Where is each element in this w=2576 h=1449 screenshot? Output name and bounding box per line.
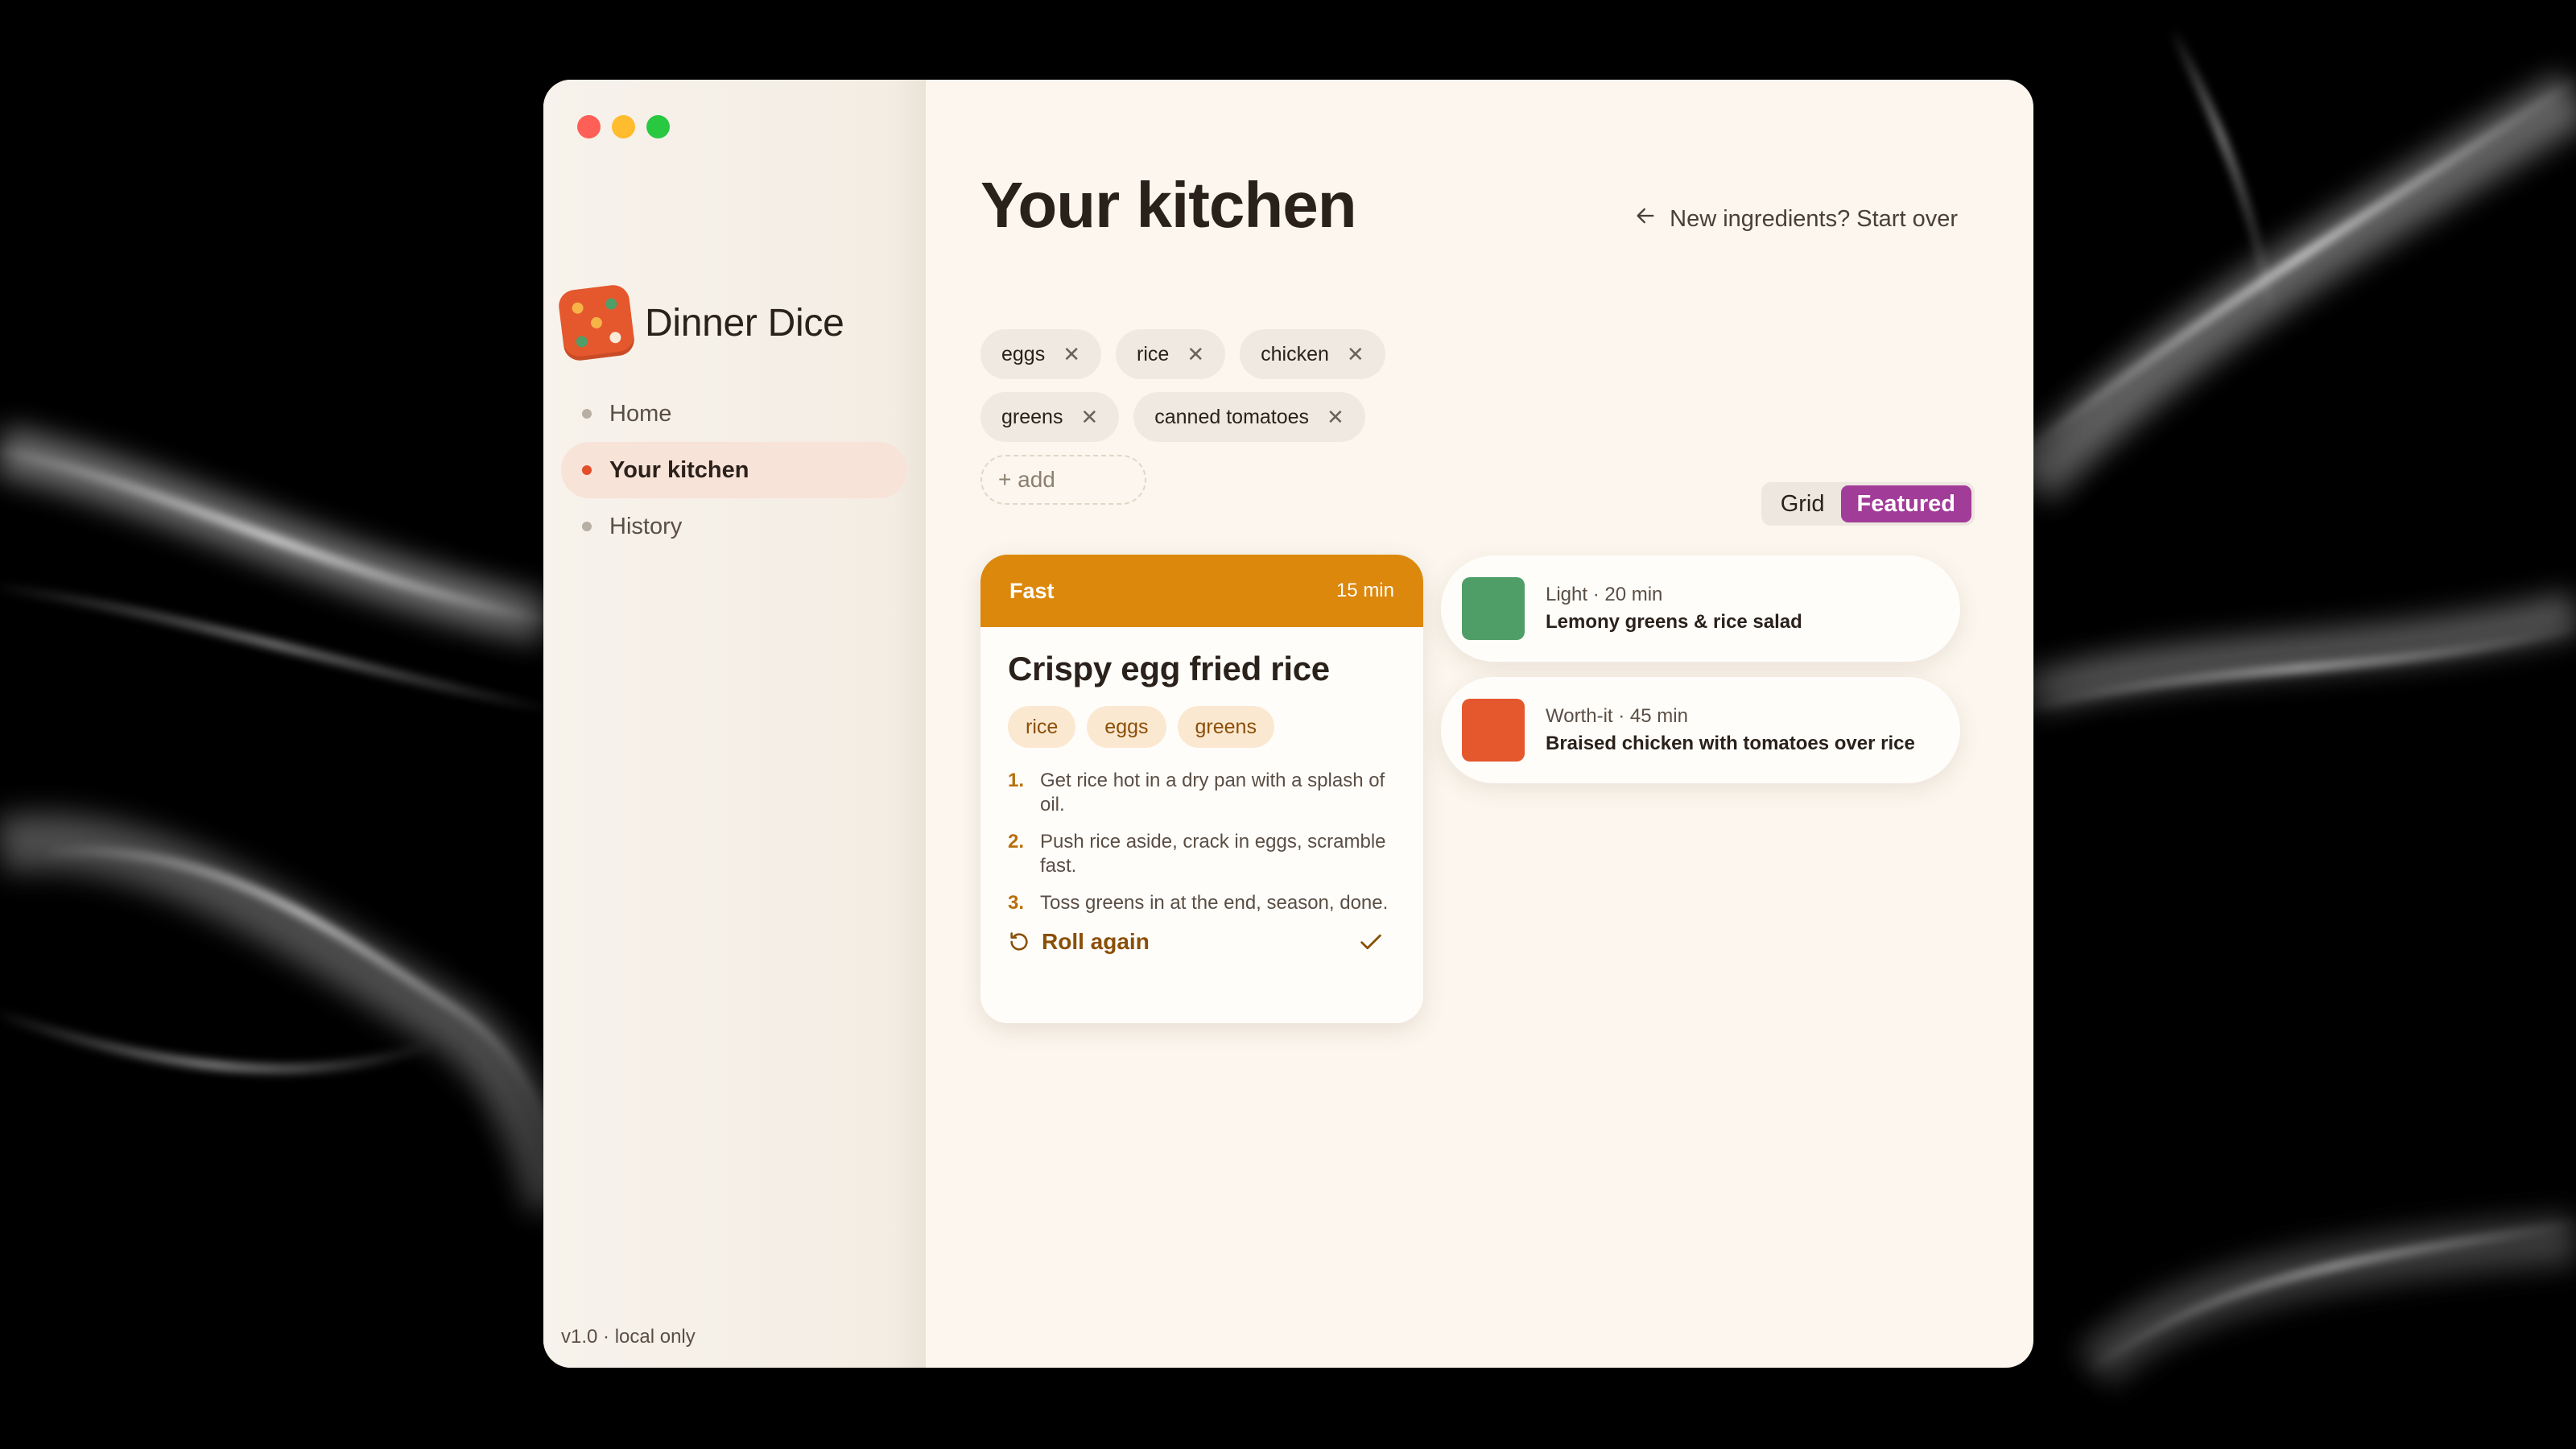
step-number: 1. bbox=[1008, 770, 1025, 791]
ingredient-chip: chicken ✕ bbox=[1240, 329, 1385, 379]
add-ingredient-button[interactable]: + add bbox=[980, 455, 1146, 505]
ingredient-pill: eggs bbox=[1087, 706, 1166, 748]
minimize-window-button[interactable] bbox=[612, 115, 635, 138]
nav-dot-icon bbox=[582, 522, 592, 531]
remove-icon[interactable]: ✕ bbox=[1187, 342, 1204, 367]
sidebar-item-label: Your kitchen bbox=[609, 456, 749, 483]
alt-recipe-name: Lemony greens & rice salad bbox=[1546, 611, 1802, 633]
recipe-time: 15 min bbox=[1335, 580, 1394, 601]
alternative-recipe-card[interactable]: Light · 20 min Lemony greens & rice sala… bbox=[1441, 555, 1960, 662]
step-number: 2. bbox=[1008, 831, 1025, 852]
chip-label: eggs bbox=[1001, 342, 1046, 365]
sidebar-item-home[interactable]: Home bbox=[561, 386, 907, 442]
alt-recipe-meta: Light · 20 min bbox=[1546, 584, 1663, 605]
chip-label: greens bbox=[1001, 405, 1063, 428]
app-name: Dinner Dice bbox=[645, 301, 844, 345]
sidebar-item-label: History bbox=[609, 513, 683, 539]
roll-again-button[interactable]: Roll again bbox=[1008, 929, 1150, 955]
close-window-button[interactable] bbox=[577, 115, 601, 138]
featured-recipe-card: Fast 15 min Crispy egg fried rice rice e… bbox=[980, 555, 1423, 1023]
ingredient-pill: greens bbox=[1177, 706, 1274, 748]
sidebar-item-history[interactable]: History bbox=[561, 498, 907, 555]
remove-icon[interactable]: ✕ bbox=[1063, 342, 1080, 367]
ingredient-chips: eggs ✕ rice ✕ chicken ✕ greens ✕ canned … bbox=[980, 329, 1463, 518]
app-brand[interactable]: Dinner Dice bbox=[556, 283, 844, 363]
recipe-color-swatch bbox=[1462, 577, 1525, 640]
recipe-steps: 1. Get rice hot in a dry pan with a spla… bbox=[1008, 769, 1396, 915]
zoom-window-button[interactable] bbox=[646, 115, 670, 138]
dice-icon bbox=[556, 283, 637, 363]
view-toggle: Grid Featured bbox=[1761, 482, 1975, 526]
chip-label: chicken bbox=[1261, 342, 1329, 365]
recipe-color-swatch bbox=[1462, 699, 1525, 762]
nav-dot-icon bbox=[582, 409, 592, 419]
remove-icon[interactable]: ✕ bbox=[1080, 405, 1098, 430]
step-text: Toss greens in at the end, season, done. bbox=[1040, 892, 1389, 914]
recipe-ingredients: rice eggs greens bbox=[1008, 706, 1396, 748]
ingredient-chip: canned tomatoes ✕ bbox=[1133, 392, 1365, 442]
sidebar-item-your-kitchen[interactable]: Your kitchen bbox=[561, 442, 907, 498]
alt-recipe-name: Braised chicken with tomatoes over rice bbox=[1546, 733, 1915, 754]
recipe-title: Crispy egg fried rice bbox=[1008, 650, 1330, 687]
sidebar-item-label: Home bbox=[609, 400, 672, 427]
refresh-icon bbox=[1010, 932, 1028, 951]
step-text: Push rice aside, crack in eggs, scramble… bbox=[1040, 831, 1386, 877]
start-over-label: New ingredients? Start over bbox=[1670, 205, 1958, 232]
arrow-left-icon bbox=[1634, 204, 1657, 233]
recipe-step: 1. Get rice hot in a dry pan with a spla… bbox=[1008, 769, 1396, 817]
start-over-link[interactable]: New ingredients? Start over bbox=[1634, 204, 1958, 233]
sidebar: Dinner Dice Home Your kitchen History v1… bbox=[543, 80, 926, 1368]
app-window: Dinner Dice Home Your kitchen History v1… bbox=[543, 80, 2033, 1368]
view-option-grid[interactable]: Grid bbox=[1765, 485, 1841, 522]
sidebar-nav: Home Your kitchen History bbox=[561, 386, 907, 555]
roll-again-label: Roll again bbox=[1042, 929, 1150, 954]
page-title: Your kitchen bbox=[980, 169, 1357, 241]
remove-icon[interactable]: ✕ bbox=[1347, 342, 1364, 367]
window-controls bbox=[577, 115, 670, 138]
chip-label: canned tomatoes bbox=[1154, 405, 1310, 428]
version-label: v1.0 · local only bbox=[561, 1326, 696, 1348]
recipe-tag: Fast bbox=[1009, 578, 1055, 603]
ingredient-chip: greens ✕ bbox=[980, 392, 1120, 442]
alternative-recipe-card[interactable]: Worth-it · 45 min Braised chicken with t… bbox=[1441, 677, 1960, 783]
step-number: 3. bbox=[1008, 892, 1025, 914]
checkmark-icon[interactable] bbox=[1357, 928, 1385, 956]
step-text: Get rice hot in a dry pan with a splash … bbox=[1040, 770, 1385, 815]
main-content: Your kitchen New ingredients? Start over… bbox=[926, 80, 2033, 1368]
view-option-featured[interactable]: Featured bbox=[1840, 485, 1971, 522]
ingredient-pill: rice bbox=[1008, 706, 1076, 748]
remove-icon[interactable]: ✕ bbox=[1327, 405, 1344, 430]
recipe-step: 3. Toss greens in at the end, season, do… bbox=[1008, 891, 1396, 915]
alt-recipe-meta: Worth-it · 45 min bbox=[1546, 705, 1688, 727]
ingredient-chip: rice ✕ bbox=[1116, 329, 1226, 379]
nav-dot-icon bbox=[582, 465, 592, 475]
chip-label: rice bbox=[1137, 342, 1170, 365]
recipe-step: 2. Push rice aside, crack in eggs, scram… bbox=[1008, 830, 1396, 878]
ingredient-chip: eggs ✕ bbox=[980, 329, 1102, 379]
featured-card-header: Fast 15 min bbox=[980, 555, 1423, 627]
